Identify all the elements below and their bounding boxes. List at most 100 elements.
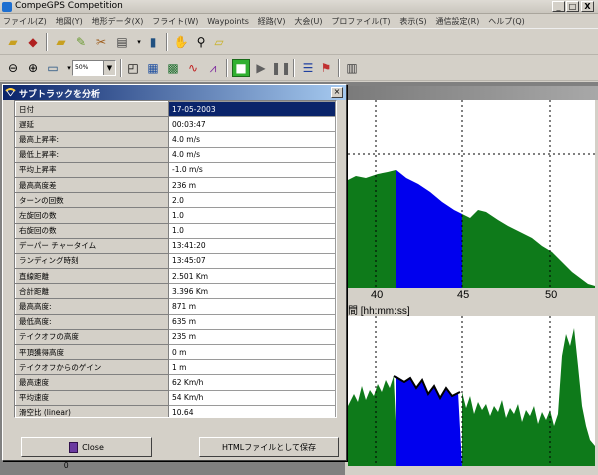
table-row[interactable]: ターンの回数 2.0 xyxy=(15,192,336,209)
stat-value: 62 Km/h xyxy=(168,374,336,391)
stat-value: 1.0 xyxy=(168,207,336,224)
table-row[interactable]: デーパー チャータイム 13:41:20 xyxy=(15,237,336,254)
route-icon[interactable]: ✂ xyxy=(92,33,110,51)
table-row[interactable]: 最高上昇率: 4.0 m/s xyxy=(15,131,336,148)
x-tick-label: 50 xyxy=(545,289,558,301)
menu-view[interactable]: 表示(S) xyxy=(396,14,429,27)
menu-flight[interactable]: フライト(W) xyxy=(149,14,201,27)
analysis-icon[interactable]: ▩ xyxy=(164,59,182,77)
stat-label: 平頂獲得高度 xyxy=(15,343,169,361)
close-button[interactable]: Close xyxy=(21,437,152,457)
table-row[interactable]: 平頂獲得高度 0 m xyxy=(15,343,336,361)
preview-icon[interactable]: ◰ xyxy=(124,59,142,77)
table-row[interactable]: 直線距離 2.501 Km xyxy=(15,268,336,285)
stat-value: 235 m xyxy=(168,328,336,346)
menu-help[interactable]: ヘルプ(Q) xyxy=(485,14,528,27)
table-row[interactable]: 最高速度 62 Km/h xyxy=(15,374,336,391)
menu-map[interactable]: 地図(Y) xyxy=(53,14,86,27)
open-folder-icon[interactable]: ▰ xyxy=(4,33,22,51)
stop-icon[interactable]: ■ xyxy=(232,59,250,77)
table-row[interactable]: テイクオフの高度 235 m xyxy=(15,328,336,346)
stat-value: 635 m xyxy=(168,313,336,330)
menu-terrain[interactable]: 地形データ(X) xyxy=(89,14,147,27)
pause-icon[interactable]: ❚❚ xyxy=(271,59,291,77)
menu-competition[interactable]: 大会(U) xyxy=(291,14,325,27)
stat-value: 54 Km/h xyxy=(168,389,336,406)
toolbar-separator xyxy=(338,59,340,77)
thermal-icon[interactable]: ☰ xyxy=(299,59,317,77)
hand-pan-icon[interactable]: ✋ xyxy=(172,33,190,51)
edit-icon[interactable]: ✎ xyxy=(72,33,90,51)
dialog-title: サブトラックを分析 xyxy=(19,90,101,100)
table-row[interactable]: 最低高度: 635 m xyxy=(15,313,336,330)
table-row[interactable]: 最高高度: 871 m xyxy=(15,298,336,315)
stat-value: 3.396 Km xyxy=(168,283,336,300)
zoom-in-icon[interactable]: ⊕ xyxy=(24,59,42,77)
zoom-tool-icon[interactable]: ⚲ xyxy=(192,33,210,51)
table-row[interactable]: 平均上昇率 -1.0 m/s xyxy=(15,161,336,178)
x-axis-label: 間 [hh:mm:ss] xyxy=(348,306,410,317)
speed-graph-icon[interactable]: ⩘ xyxy=(204,59,222,77)
close-window-button[interactable]: X xyxy=(581,1,594,12)
terrain-3d-icon[interactable]: ▦ xyxy=(144,59,162,77)
stat-label: 最高速度 xyxy=(15,374,169,391)
open-waypoints-icon[interactable]: ▰ xyxy=(52,33,70,51)
menu-waypoints[interactable]: Waypoints xyxy=(204,15,252,26)
stat-label: 最高高度差 xyxy=(15,176,169,194)
table-row[interactable]: 滑空比 (linear) 10.64 xyxy=(15,404,336,417)
table-row[interactable]: 左旋回の数 1.0 xyxy=(15,207,336,224)
toolbar-bottom: ⊖ ⊕ ▭ ▾ 50% ▼ ◰ ▦ ▩ ∿ ⩘ ■ ▶ ❚❚ ☰ ⚑ ▥ xyxy=(0,55,598,81)
menu-file[interactable]: ファイル(Z) xyxy=(0,14,50,27)
profile-window-titlebar xyxy=(345,86,598,100)
table-row[interactable]: ランディング時刻 13:45:07 xyxy=(15,252,336,270)
table-row[interactable]: 合計距離 3.396 Km xyxy=(15,283,336,300)
table-row[interactable]: 日付 17-05-2003 xyxy=(15,101,336,118)
save-html-button[interactable]: HTMLファイルとして保存 xyxy=(199,437,339,457)
table-row[interactable]: 最高高度差 236 m xyxy=(15,176,336,194)
menu-route[interactable]: 経路(V) xyxy=(255,14,289,27)
stats-table[interactable]: 日付 17-05-2003 遅延 00:03:47 最高上昇率: 4.0 m/s 最低上昇率… xyxy=(14,100,337,418)
toolbar-top: ▰ ◆ ▰ ✎ ✂ ▤ ▾ ▮ ✋ ⚲ ▱ xyxy=(0,29,598,55)
document-icon[interactable]: ▤ xyxy=(113,33,131,51)
table-row[interactable]: テイクオフからのゲイン 1 m xyxy=(15,359,336,376)
speed-profile-svg xyxy=(348,316,595,466)
open-flight-icon[interactable]: ◆ xyxy=(24,33,42,51)
toolbar-separator xyxy=(226,59,228,77)
altitude-profile-chart[interactable] xyxy=(348,100,595,288)
table-row[interactable]: 右旋回の数 1.0 xyxy=(15,222,336,239)
window-title: CompeGPS Competition xyxy=(15,1,123,11)
altitude-profile-svg xyxy=(348,100,595,288)
table-row[interactable]: 遅延 00:03:47 xyxy=(15,116,336,133)
stat-label: テイクオフからのゲイン xyxy=(15,359,169,376)
stat-label: 最低上昇率: xyxy=(15,146,169,163)
x-tick-label: 40 xyxy=(371,289,384,301)
altitude-area-blue xyxy=(396,170,462,288)
chevron-down-icon[interactable]: ▼ xyxy=(103,61,115,75)
zoom-out-icon[interactable]: ⊖ xyxy=(4,59,22,77)
app-icon xyxy=(2,2,12,12)
maximize-button[interactable]: □ xyxy=(566,1,579,12)
dialog-close-icon[interactable]: × xyxy=(331,87,343,98)
table-row[interactable]: 平均速度 54 Km/h xyxy=(15,389,336,406)
calculator-icon[interactable]: ▥ xyxy=(343,59,361,77)
stat-value: 1 m xyxy=(168,359,336,376)
zoom-level-select[interactable]: 50% ▼ xyxy=(72,60,116,76)
dialog-titlebar: サブトラックを分析 × xyxy=(3,85,346,100)
altitude-graph-icon[interactable]: ∿ xyxy=(184,59,202,77)
stat-label: 最低高度: xyxy=(15,313,169,330)
speed-area-green-right xyxy=(462,328,595,466)
stat-label: 滑空比 (linear) xyxy=(15,404,169,417)
speed-profile-chart[interactable] xyxy=(348,316,595,466)
speed-area-blue xyxy=(396,376,462,466)
minimize-button[interactable]: _ xyxy=(552,1,565,12)
gps-device-icon[interactable]: ▮ xyxy=(144,33,162,51)
stat-label: 左旋回の数 xyxy=(15,207,169,224)
stat-label: 最高上昇率: xyxy=(15,131,169,148)
play-icon[interactable]: ▶ xyxy=(252,59,270,77)
table-row[interactable]: 最低上昇率: 4.0 m/s xyxy=(15,146,336,163)
zoom-level-value: 50% xyxy=(75,64,89,71)
wind-icon[interactable]: ⚑ xyxy=(317,59,335,77)
note-icon[interactable]: ▱ xyxy=(210,33,228,51)
menu-profile[interactable]: プロファイル(T) xyxy=(328,14,393,27)
menu-communication[interactable]: 通信設定(R) xyxy=(433,14,483,27)
